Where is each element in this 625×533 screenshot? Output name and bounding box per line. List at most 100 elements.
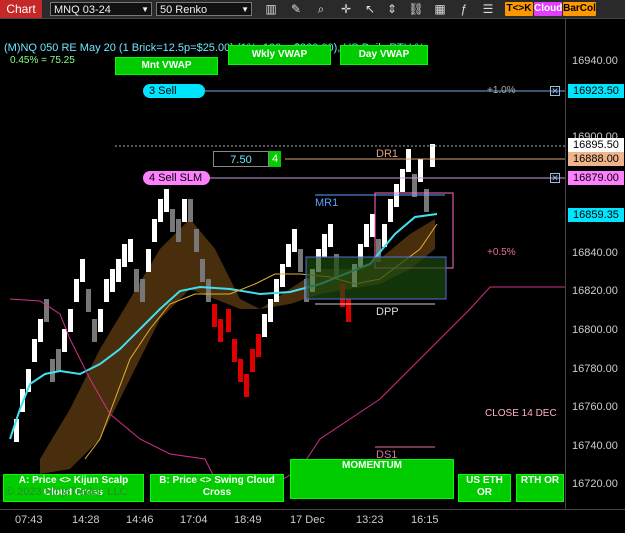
pct-plus05-label: +0.5% bbox=[487, 247, 516, 258]
renko-brick bbox=[430, 144, 435, 167]
renko-brick bbox=[268, 299, 273, 322]
scroll-icon[interactable]: ⇕ bbox=[384, 1, 400, 17]
renko-brick bbox=[188, 199, 193, 222]
renko-brick bbox=[406, 149, 411, 172]
time-tick: 07:43 bbox=[15, 514, 43, 526]
renko-brick bbox=[146, 249, 151, 272]
strategies-icon[interactable]: ☰ bbox=[480, 1, 496, 17]
price-tick: 16820.00 bbox=[572, 285, 618, 297]
cloud-button[interactable]: Cloud bbox=[534, 2, 562, 16]
rth-or-button[interactable]: RTH OR bbox=[516, 474, 564, 502]
renko-brick bbox=[256, 334, 261, 357]
instrument-select[interactable]: MNQ 03-24 ▼ bbox=[50, 2, 152, 16]
swing-cross-button[interactable]: B: Price <> Swing Cloud Cross bbox=[150, 474, 284, 502]
us-eth-or-button[interactable]: US ETH OR bbox=[458, 474, 511, 502]
close-order-icon[interactable]: ✕ bbox=[550, 173, 560, 183]
renko-brick bbox=[122, 244, 127, 267]
renko-brick bbox=[104, 279, 109, 302]
tk-button[interactable]: T<>K bbox=[505, 2, 533, 16]
renko-brick bbox=[274, 279, 279, 302]
time-tick: 17 Dec bbox=[290, 514, 325, 526]
renko-brick bbox=[232, 339, 237, 362]
chart-tab[interactable]: Chart bbox=[0, 0, 42, 18]
renko-brick bbox=[92, 319, 97, 342]
price-axis[interactable]: 16940.00 16900.00 16840.00 16820.00 1680… bbox=[565, 19, 625, 509]
crosshair-icon[interactable]: ✛ bbox=[338, 1, 354, 17]
renko-brick bbox=[388, 199, 393, 222]
wkly-vwap-button[interactable]: Wkly VWAP bbox=[228, 45, 331, 65]
sell-slm-order[interactable]: 4 Sell SLM bbox=[143, 171, 210, 185]
bar-chart-icon[interactable]: ▥ bbox=[263, 1, 279, 17]
renko-brick bbox=[412, 174, 417, 197]
renko-brick bbox=[44, 299, 49, 322]
chart-panel[interactable]: (M)NQ 050 RE May 20 (1 Brick=12.5p=$25.0… bbox=[0, 19, 565, 509]
renko-brick bbox=[50, 359, 55, 382]
renko-brick bbox=[262, 314, 267, 337]
pct-plus1-label: +1.0% bbox=[487, 85, 516, 96]
renko-brick bbox=[212, 304, 217, 327]
data-box-icon[interactable]: ▦ bbox=[432, 1, 448, 17]
renko-brick bbox=[158, 199, 163, 222]
close-label: CLOSE 14 DEC bbox=[485, 408, 557, 419]
renko-brick bbox=[400, 169, 405, 192]
zoom-icon[interactable]: ⌕ bbox=[313, 1, 329, 17]
drawing-tool-icon[interactable]: ✎ bbox=[288, 1, 304, 17]
chevron-down-icon: ▼ bbox=[141, 5, 149, 14]
renko-brick bbox=[370, 214, 375, 237]
renko-brick bbox=[98, 309, 103, 332]
sell-lmt-order[interactable]: 3 Sell LMT bbox=[143, 84, 205, 111]
renko-brick bbox=[164, 189, 169, 212]
renko-brick bbox=[134, 269, 139, 292]
link-icon[interactable]: ⛓ bbox=[408, 1, 424, 17]
chevron-down-icon: ▼ bbox=[241, 5, 249, 14]
renko-brick bbox=[176, 219, 181, 242]
renko-brick bbox=[226, 309, 231, 332]
time-tick: 14:46 bbox=[126, 514, 154, 526]
renko-brick bbox=[298, 249, 303, 272]
renko-brick bbox=[328, 224, 333, 247]
toolbar: Chart MNQ 03-24 ▼ 50 Renko ▼ ▥ ✎ ⌕ ✛ ↖ ⇕… bbox=[0, 0, 625, 19]
renko-brick bbox=[364, 224, 369, 247]
price-tick: 16780.00 bbox=[572, 363, 618, 375]
renko-brick bbox=[68, 309, 73, 332]
renko-brick bbox=[32, 339, 37, 362]
period-select[interactable]: 50 Renko ▼ bbox=[156, 2, 252, 16]
quantity-count[interactable]: 4 bbox=[269, 151, 281, 167]
day-vwap-button[interactable]: Day VWAP bbox=[340, 45, 428, 65]
renko-brick bbox=[110, 269, 115, 292]
price-tick: 16720.00 bbox=[572, 478, 618, 490]
renko-brick bbox=[238, 359, 243, 382]
sell-lmt-price-marker: 16923.50 bbox=[568, 84, 624, 98]
momentum-button[interactable]: MOMENTUM bbox=[290, 459, 454, 499]
price-tick: 16760.00 bbox=[572, 401, 618, 413]
instrument-value: MNQ 03-24 bbox=[54, 4, 111, 16]
renko-brick bbox=[86, 289, 91, 312]
time-axis[interactable]: 07:43 14:28 14:46 17:04 18:49 17 Dec 13:… bbox=[0, 509, 625, 533]
last-price-marker: 16895.50 bbox=[568, 138, 624, 152]
mnt-vwap-button[interactable]: Mnt VWAP bbox=[115, 57, 218, 75]
renko-brick bbox=[140, 279, 145, 302]
renko-brick bbox=[286, 244, 291, 267]
chart-subtitle: 0.45% = 75.25 bbox=[10, 55, 75, 66]
time-tick: 16:15 bbox=[411, 514, 439, 526]
renko-brick bbox=[322, 234, 327, 257]
indicators-icon[interactable]: ƒ bbox=[456, 1, 472, 17]
dpp-label: DPP bbox=[376, 306, 399, 318]
renko-brick bbox=[182, 199, 187, 222]
renko-brick bbox=[218, 319, 223, 342]
renko-brick bbox=[280, 264, 285, 287]
renko-brick bbox=[244, 374, 249, 397]
close-order-icon[interactable]: ✕ bbox=[550, 86, 560, 96]
renko-brick bbox=[80, 259, 85, 282]
price-tick: 16800.00 bbox=[572, 324, 618, 336]
price-tick: 16840.00 bbox=[572, 247, 618, 259]
renko-brick bbox=[206, 279, 211, 302]
barcol-button[interactable]: BarCol bbox=[563, 2, 596, 16]
quantity-box[interactable]: 7.50 bbox=[213, 151, 269, 167]
sell-slm-price-marker: 16879.00 bbox=[568, 171, 624, 185]
dr1-price-marker: 16888.00 bbox=[568, 152, 624, 166]
mr1-label: MR1 bbox=[315, 197, 339, 209]
chart-canvas bbox=[9, 90, 565, 490]
renko-brick bbox=[62, 329, 67, 352]
cursor-icon[interactable]: ↖ bbox=[362, 1, 378, 17]
